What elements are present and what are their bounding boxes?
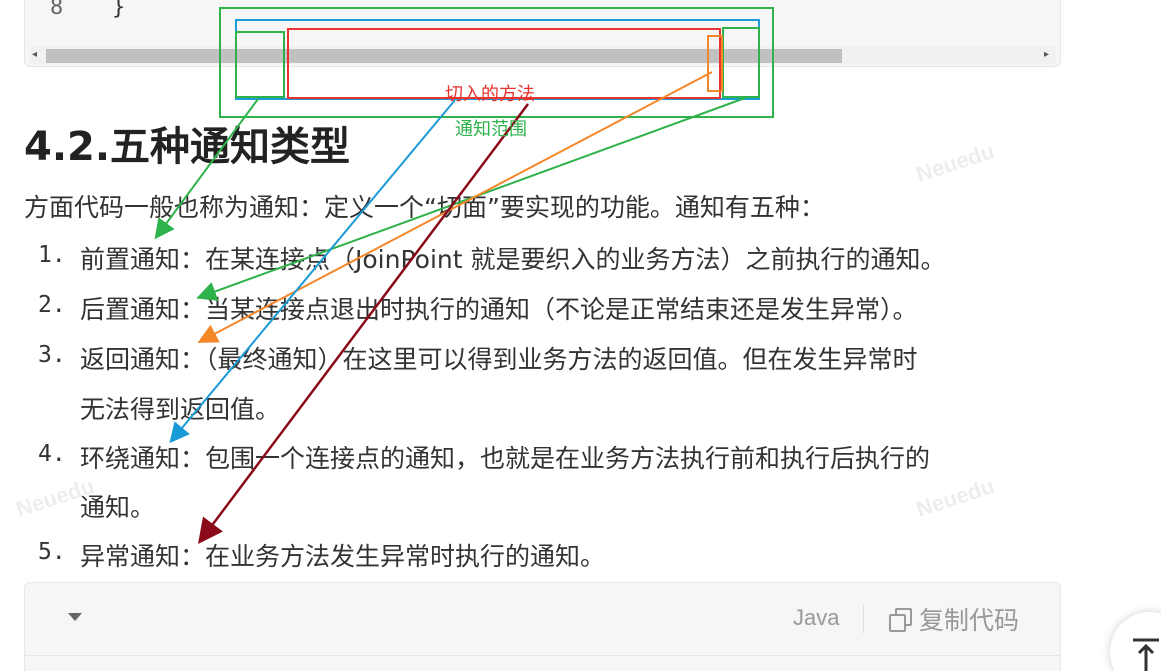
section-heading: 4.2.五种通知类型	[24, 124, 351, 170]
watermark: Neuedu	[912, 473, 998, 522]
scroll-right-icon[interactable]: ▸	[1044, 47, 1049, 63]
code-block-toolbar: Java 复制代码	[25, 583, 1060, 656]
code-block-bottom: Java 复制代码	[24, 582, 1061, 671]
code-language-label: Java	[793, 605, 840, 630]
copy-code-label: 复制代码	[919, 606, 1020, 635]
list-item-text: 环绕通知：包围一个连接点的通知，也就是在业务方法执行前和执行后执行的	[80, 444, 931, 473]
list-item-text: 后置通知：当某连接点退出时执行的通知（不论是正常结束还是发生异常）。	[80, 295, 918, 324]
arrow-up-to-line-icon	[1133, 638, 1159, 671]
copy-icon	[889, 608, 912, 632]
document-page: Neuedu Neuedu Neuedu 8 } ◂ ▸ 4.2.五种通知类型 …	[0, 0, 1161, 671]
list-item-text: 返回通知：（最终通知）在这里可以得到业务方法的返回值。但在发生异常时	[80, 345, 918, 374]
list-item-text: 无法得到返回值。	[80, 395, 281, 424]
annotation-label-join-method: 切入的方法	[445, 84, 535, 105]
toolbar-divider	[863, 605, 864, 633]
scrollbar-thumb[interactable]	[46, 49, 842, 63]
list-item-text: 异常通知：在业务方法发生异常时执行的通知。	[80, 542, 606, 571]
copy-code-button[interactable]: 复制代码	[889, 603, 1019, 635]
list-item-text: 前置通知：在某连接点（JoinPoint 就是要织入的业务方法）之前执行的通知。	[80, 245, 946, 274]
intro-paragraph: 方面代码一般也称为通知：定义一个“切面”要实现的功能。通知有五种：	[24, 193, 825, 222]
list-number: 4.	[38, 441, 66, 467]
list-number: 1.	[38, 242, 66, 268]
list-item-text: 通知。	[80, 493, 156, 522]
list-number: 2.	[38, 292, 66, 318]
chevron-down-icon[interactable]	[68, 613, 82, 621]
annotation-label-advice-scope: 通知范围	[455, 119, 527, 140]
code-line-number: 8	[50, 0, 64, 20]
list-number: 5.	[38, 539, 66, 565]
code-line: }	[112, 0, 126, 20]
watermark: Neuedu	[912, 138, 998, 187]
scroll-left-icon[interactable]: ◂	[32, 47, 37, 63]
list-number: 3.	[38, 342, 66, 368]
